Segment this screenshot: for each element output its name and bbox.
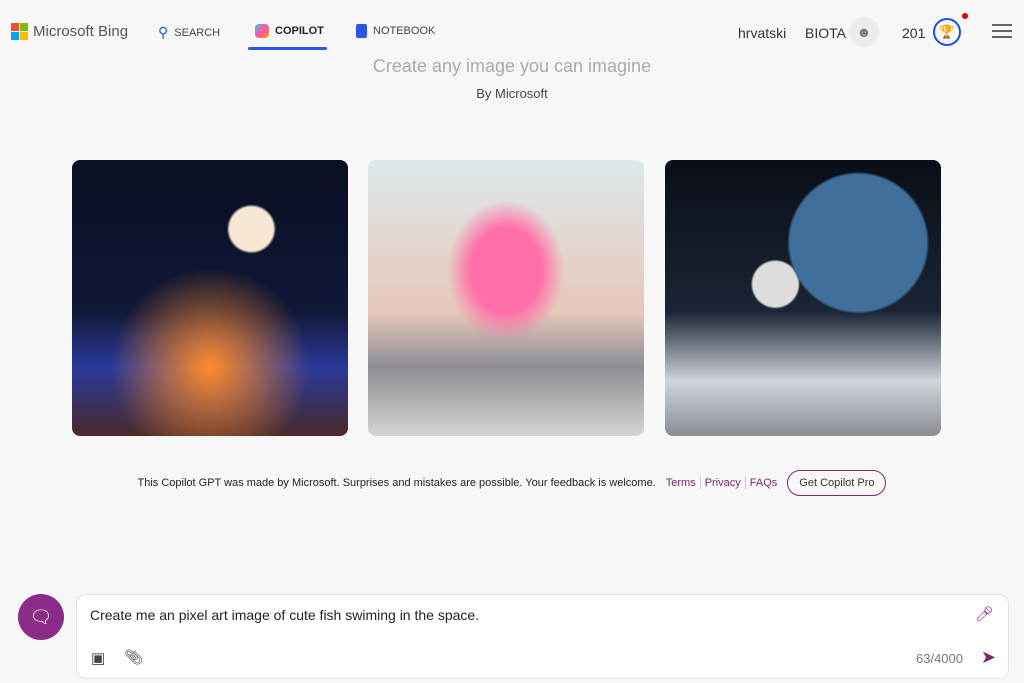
composer: 🎤︎ ▣ 📎︎ 63/4000 ➤ bbox=[76, 594, 1009, 679]
privacy-link[interactable]: Privacy bbox=[699, 477, 745, 489]
microsoft-logo-icon bbox=[11, 23, 28, 40]
search-icon: ⚲ bbox=[158, 24, 169, 40]
new-chat-icon: 🗨 bbox=[29, 606, 53, 627]
chat-input[interactable] bbox=[90, 607, 950, 623]
user-icon: ☻ bbox=[856, 24, 872, 40]
active-tab-indicator bbox=[248, 47, 327, 50]
example-image-flamingos[interactable] bbox=[368, 160, 644, 436]
disclaimer: This Copilot GPT was made by Microsoft. … bbox=[137, 477, 656, 489]
username[interactable]: BIOTA bbox=[805, 25, 846, 41]
trophy-icon[interactable]: 🏆 bbox=[933, 18, 961, 46]
tab-copilot[interactable]: COPILOT bbox=[255, 24, 324, 38]
brand-name: Microsoft Bing bbox=[33, 23, 129, 40]
avatar[interactable]: ☻ bbox=[849, 17, 879, 47]
page-title: Create any image you can imagine bbox=[372, 56, 652, 76]
byline: By Microsoft bbox=[476, 86, 548, 101]
notebook-icon bbox=[356, 24, 367, 38]
language-link[interactable]: hrvatski bbox=[738, 25, 786, 41]
rewards-points[interactable]: 201 bbox=[902, 25, 925, 41]
tab-notebook[interactable]: NOTEBOOK bbox=[356, 24, 435, 38]
notification-dot bbox=[962, 13, 968, 19]
header: Microsoft Bing ⚲ SEARCH COPILOT NOTEBOOK… bbox=[0, 0, 1024, 58]
hamburger-menu-icon[interactable] bbox=[992, 24, 1012, 42]
footer: This Copilot GPT was made by Microsoft. … bbox=[0, 470, 1024, 496]
attach-icon[interactable]: 📎︎ bbox=[124, 648, 143, 666]
faqs-link[interactable]: FAQs bbox=[744, 477, 782, 489]
copilot-icon bbox=[255, 24, 269, 38]
bing-logo[interactable]: Microsoft Bing bbox=[11, 23, 128, 40]
microphone-icon[interactable]: 🎤︎ bbox=[975, 605, 994, 623]
terms-link[interactable]: Terms bbox=[662, 477, 700, 489]
example-image-lanterns[interactable] bbox=[72, 160, 348, 436]
new-topic-button[interactable]: 🗨 bbox=[18, 594, 64, 640]
get-copilot-pro-button[interactable]: Get Copilot Pro bbox=[787, 470, 887, 496]
example-image-astronaut[interactable] bbox=[665, 160, 941, 436]
character-counter: 63/4000 bbox=[916, 651, 963, 666]
tab-search[interactable]: ⚲ SEARCH bbox=[158, 24, 220, 41]
send-icon[interactable]: ➤ bbox=[981, 647, 996, 668]
visual-search-icon[interactable]: ▣ bbox=[91, 649, 105, 667]
